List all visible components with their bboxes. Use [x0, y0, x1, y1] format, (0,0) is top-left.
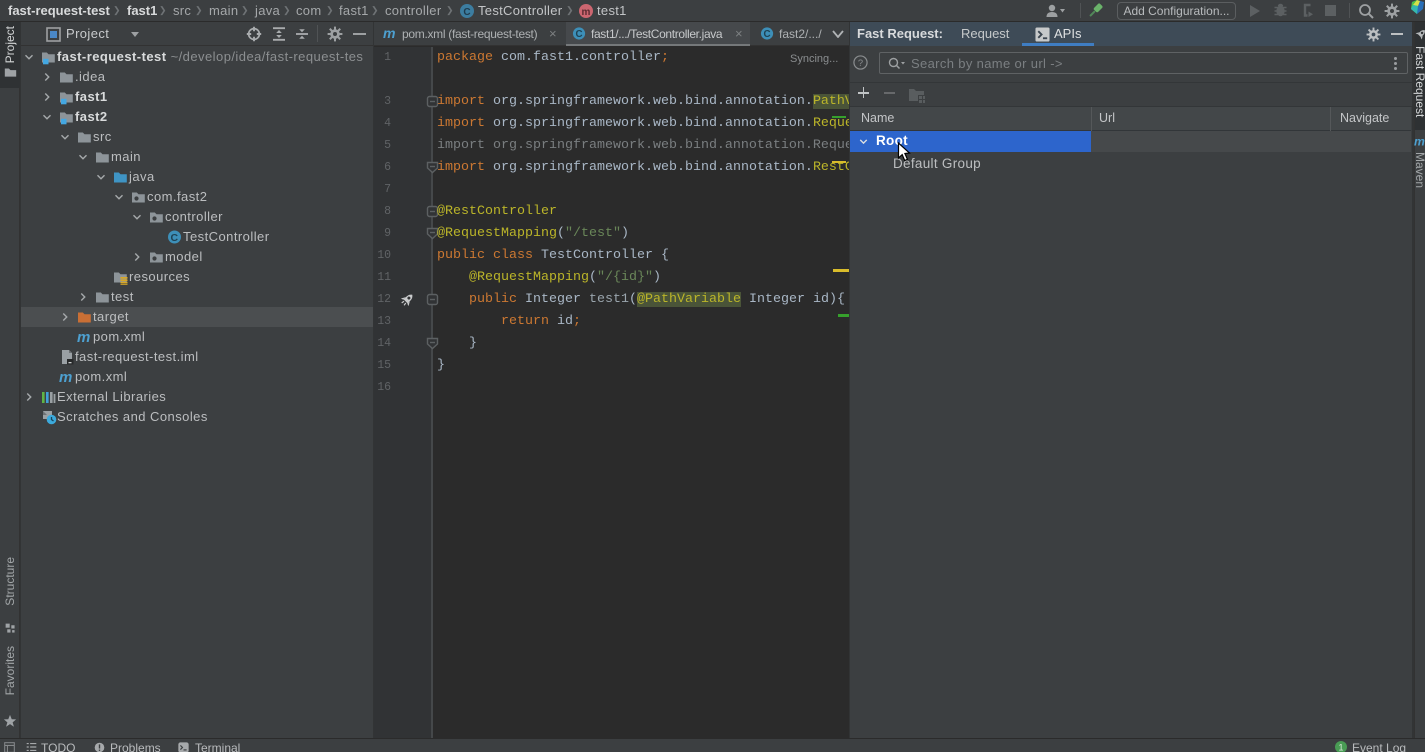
- svg-text:C: C: [170, 232, 178, 244]
- svg-text:m: m: [582, 7, 591, 18]
- svg-text:m: m: [383, 26, 396, 41]
- svg-text:1: 1: [1338, 743, 1343, 752]
- svg-text:C: C: [575, 29, 582, 40]
- svg-text:C: C: [763, 29, 770, 40]
- svg-text:m: m: [1414, 135, 1425, 148]
- svg-text:m: m: [77, 329, 91, 345]
- svg-text:C: C: [463, 7, 470, 18]
- svg-text:m: m: [59, 369, 73, 385]
- svg-text:?: ?: [858, 58, 863, 68]
